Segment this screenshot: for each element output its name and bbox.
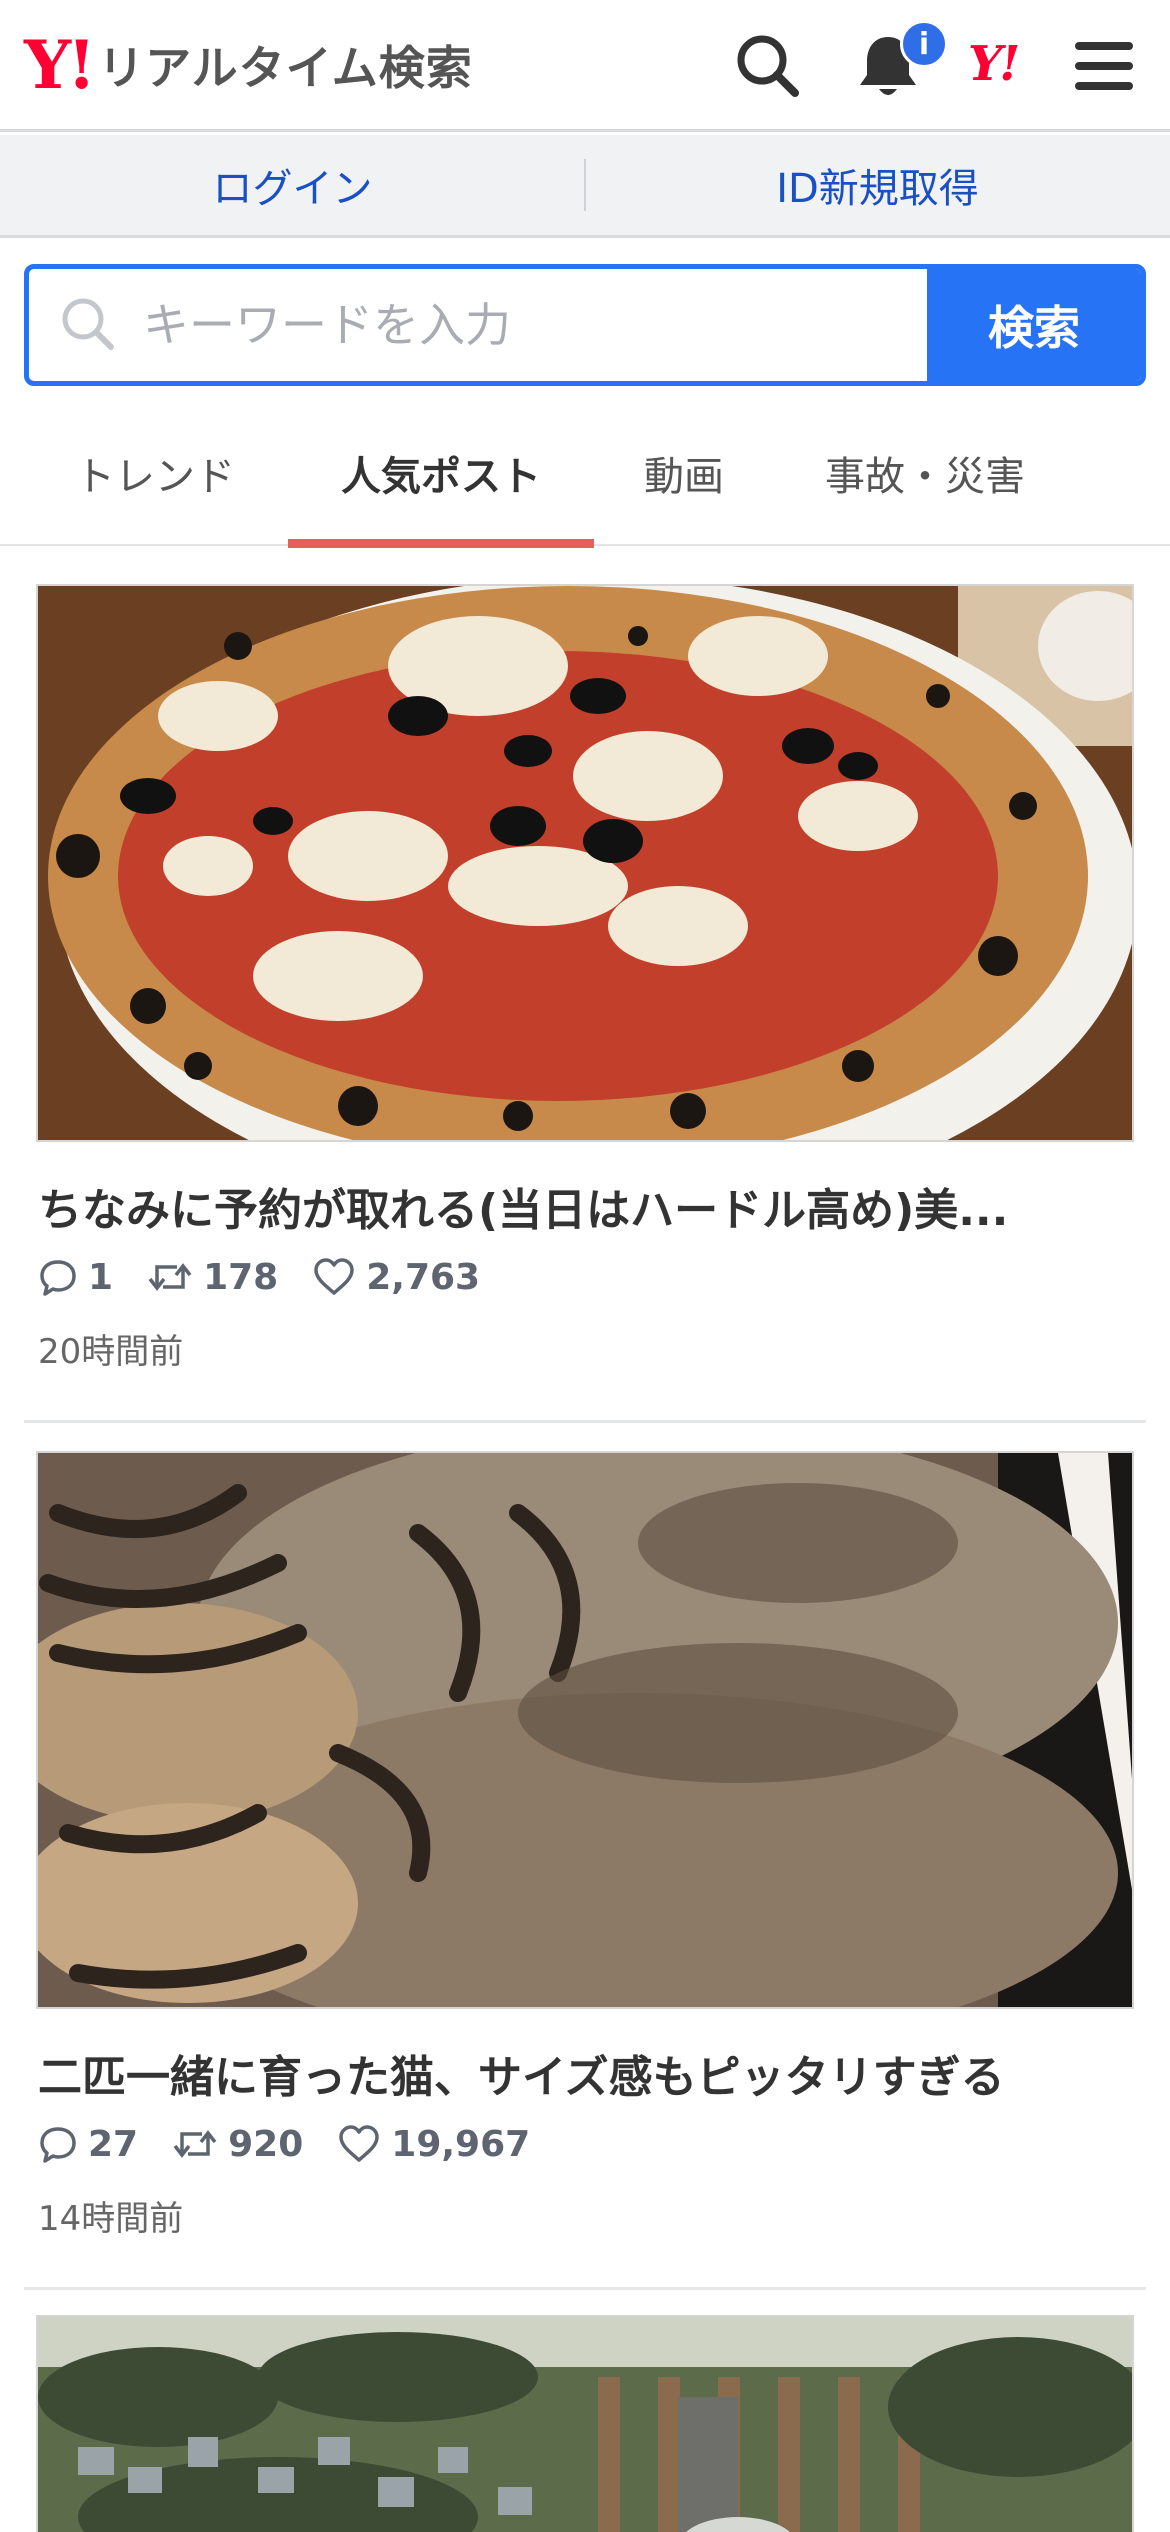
reply-count-value: 27 <box>88 2123 139 2165</box>
tab-trend[interactable]: トレンド <box>30 400 280 546</box>
tab-accidents-disasters[interactable]: 事故・災害 <box>790 400 1060 546</box>
like-count[interactable]: 19,967 <box>337 2124 530 2165</box>
reply-count[interactable]: 1 <box>38 1257 113 1298</box>
reply-icon <box>40 1260 76 1296</box>
repost-count[interactable]: 920 <box>172 2124 303 2165</box>
divider <box>24 1420 1146 1423</box>
logo-title: リアルタイム検索 <box>98 41 473 95</box>
post-image-garden[interactable] <box>36 2315 1134 2532</box>
search-icon[interactable] <box>730 28 806 104</box>
post-timestamp: 14時間前 <box>38 2199 184 2239</box>
search-input[interactable] <box>29 269 927 381</box>
repost-count-value: 178 <box>203 1256 279 1298</box>
like-count[interactable]: 2,763 <box>312 1257 480 1298</box>
divider <box>24 2287 1146 2290</box>
app-header: Y! リアルタイム検索 i Y! <box>0 0 1170 132</box>
search-form: 検索 <box>24 264 1146 386</box>
reply-icon <box>40 2127 76 2163</box>
post-timestamp: 20時間前 <box>38 1332 184 1372</box>
search-button[interactable]: 検索 <box>927 269 1141 381</box>
notification-bell-button[interactable]: i <box>850 20 948 104</box>
category-tabs: トレンド 人気ポスト 動画 事故・災害 <box>0 400 1170 548</box>
post-title[interactable]: ちなみに予約が取れる(当日はハードル高め)美... <box>38 1174 1138 1238</box>
repost-count[interactable]: 178 <box>147 1257 278 1298</box>
post-title[interactable]: 二匹一緒に育った猫、サイズ感もピッタリすぎる <box>38 2041 1138 2105</box>
like-count-value: 19,967 <box>391 2123 531 2165</box>
repost-icon <box>148 1263 192 1291</box>
post-image-kittens[interactable] <box>36 1451 1134 2009</box>
tab-popular-posts[interactable]: 人気ポスト <box>288 400 594 548</box>
login-bar: ログイン ID新規取得 <box>0 135 1170 238</box>
post-stats: 1 178 2,763 <box>38 1252 514 1302</box>
post-image-pizza[interactable] <box>36 584 1134 1142</box>
yahoo-logo-mark: Y! <box>24 26 96 104</box>
reply-count-value: 1 <box>88 1256 114 1298</box>
tab-videos[interactable]: 動画 <box>602 400 766 546</box>
repost-count-value: 920 <box>228 2123 304 2165</box>
search-input-icon <box>62 298 114 350</box>
repost-icon <box>173 2130 217 2158</box>
yahoo-japan-link[interactable]: Y! <box>968 36 1020 92</box>
reply-count[interactable]: 27 <box>38 2124 138 2165</box>
search-field <box>29 269 927 381</box>
like-icon <box>339 2125 380 2162</box>
signup-link[interactable]: ID新規取得 <box>585 135 1170 235</box>
notification-badge: i <box>900 20 948 68</box>
like-count-value: 2,763 <box>366 1256 481 1298</box>
login-link[interactable]: ログイン <box>0 135 585 235</box>
login-divider <box>584 159 586 211</box>
like-icon <box>314 1258 354 1295</box>
menu-icon[interactable] <box>1066 28 1142 104</box>
post-stats: 27 920 19,967 <box>38 2119 564 2169</box>
yahoo-realtime-logo[interactable]: Y! リアルタイム検索 <box>24 30 473 100</box>
